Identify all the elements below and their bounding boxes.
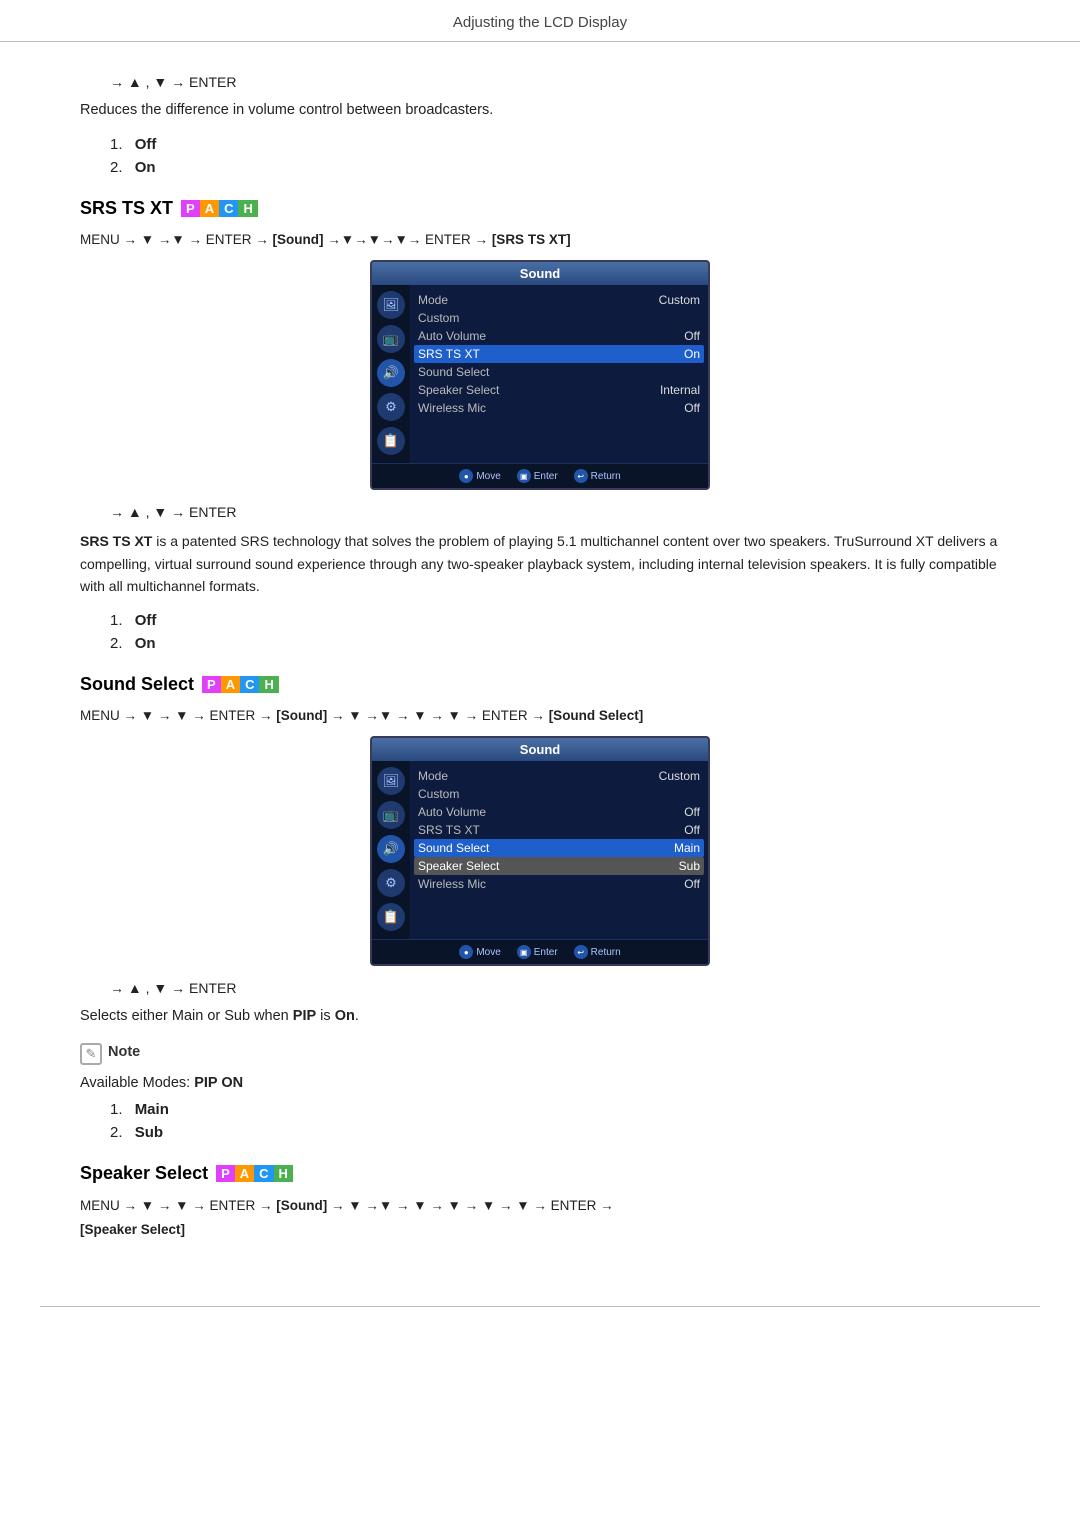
ss-tv-icon-4: ⚙ <box>377 869 405 897</box>
sound-select-tv-icons: 🖼 📺 🔊 ⚙ 📋 <box>372 761 410 939</box>
srs-tv-menu-body: 🖼 📺 🔊 ⚙ 📋 Mode Custom Custom <box>372 285 708 463</box>
ss-footer-return: ↩ Return <box>574 945 621 959</box>
speaker-select-heading: Speaker Select PACH <box>80 1163 1000 1184</box>
tv-icon-3: 🔊 <box>377 359 405 387</box>
page-header: Adjusting the LCD Display <box>0 0 1080 42</box>
content-area: → ▲ , ▼ → ENTER Reduces the difference i… <box>0 42 1080 1282</box>
ss-footer-enter: ▣ Enter <box>517 945 558 959</box>
srs-tv-menu-footer: ● Move ▣ Enter ↩ Return <box>372 463 708 488</box>
tv-row-custom: Custom <box>418 309 700 327</box>
intro-nav-arrow: → ▲ , ▼ → ENTER <box>110 74 1000 90</box>
ss-tv-row-wireless-mic: Wireless Mic Off <box>418 875 700 893</box>
ss-tv-icon-5: 📋 <box>377 903 405 931</box>
footer-move: ● Move <box>459 469 500 483</box>
tv-row-auto-volume: Auto Volume Off <box>418 327 700 345</box>
footer-enter: ▣ Enter <box>517 469 558 483</box>
pach-badge-sound-select: PACH <box>202 676 279 693</box>
tv-icon-1: 🖼 <box>377 291 405 319</box>
ss-tv-row-custom: Custom <box>418 785 700 803</box>
tv-row-mode: Mode Custom <box>418 291 700 309</box>
pach-badge-srs: PACH <box>181 200 258 217</box>
srs-tv-icons: 🖼 📺 🔊 ⚙ 📋 <box>372 285 410 463</box>
ss-tv-row-srs: SRS TS XT Off <box>418 821 700 839</box>
tv-row-wireless-mic: Wireless Mic Off <box>418 399 700 417</box>
srs-tv-menu-items: Mode Custom Custom Auto Volume Off SR <box>410 285 708 463</box>
srs-ts-xt-heading: SRS TS XT PACH <box>80 198 1000 219</box>
sound-select-tv-menu-footer: ● Move ▣ Enter ↩ Return <box>372 939 708 964</box>
sound-select-tv-menu-items: Mode Custom Custom Auto Volume Off SR <box>410 761 708 939</box>
tv-icon-5: 📋 <box>377 427 405 455</box>
srs-tv-menu-wrapper: Sound 🖼 📺 🔊 ⚙ 📋 Mode Custom <box>80 260 1000 490</box>
sound-select-description: Selects either Main or Sub when PIP is O… <box>80 1006 1000 1028</box>
srs-tv-menu: Sound 🖼 📺 🔊 ⚙ 📋 Mode Custom <box>370 260 710 490</box>
note-text: Note <box>108 1042 140 1060</box>
speaker-select-menu-formula: MENU → ▼ → ▼ → ENTER → [Sound] → ▼ →▼ → … <box>80 1194 1000 1243</box>
ss-tv-row-auto-volume: Auto Volume Off <box>418 803 700 821</box>
tv-row-speaker-select: Speaker Select Internal <box>418 381 700 399</box>
ss-tv-icon-3: 🔊 <box>377 835 405 863</box>
tv-row-sound-select: Sound Select <box>418 363 700 381</box>
sound-select-list-item-2: 2. Sub <box>110 1124 1000 1141</box>
ss-tv-row-sound-select: Sound Select Main <box>414 839 704 857</box>
ss-tv-icon-1: 🖼 <box>377 767 405 795</box>
sound-select-list-item-1: 1. Main <box>110 1101 1000 1118</box>
sound-select-heading: Sound Select PACH <box>80 674 1000 695</box>
sound-select-tv-menu-body: 🖼 📺 🔊 ⚙ 📋 Mode Custom Custom <box>372 761 708 939</box>
intro-list-item-2: 2. On <box>110 159 1000 176</box>
tv-icon-2: 📺 <box>377 325 405 353</box>
footer-return: ↩ Return <box>574 469 621 483</box>
tv-icon-4: ⚙ <box>377 393 405 421</box>
available-modes: Available Modes: PIP ON <box>80 1075 1000 1091</box>
srs-tv-menu-title: Sound <box>372 262 708 285</box>
ss-tv-row-mode: Mode Custom <box>418 767 700 785</box>
page-container: Adjusting the LCD Display → ▲ , ▼ → ENTE… <box>0 0 1080 1307</box>
srs-long-desc: SRS TS XT is a patented SRS technology t… <box>80 530 1000 597</box>
sound-select-menu-formula: MENU → ▼ → ▼ → ENTER → [Sound] → ▼ →▼ → … <box>80 705 1000 727</box>
ss-footer-move: ● Move <box>459 945 500 959</box>
srs-nav2: → ▲ , ▼ → ENTER <box>110 504 1000 520</box>
srs-list-item-1: 1. Off <box>110 612 1000 629</box>
sound-select-nav2: → ▲ , ▼ → ENTER <box>110 980 1000 996</box>
srs-list-item-2: 2. On <box>110 635 1000 652</box>
pach-badge-speaker-select: PACH <box>216 1165 293 1182</box>
ss-tv-row-speaker-select: Speaker Select Sub <box>414 857 704 875</box>
srs-menu-formula: MENU → ▼ →▼ → ENTER → [Sound] →▼→▼→▼→ EN… <box>80 229 1000 251</box>
note-icon: ✎ <box>80 1043 102 1065</box>
tv-row-srs-ts-xt: SRS TS XT On <box>414 345 704 363</box>
sound-select-tv-menu-title: Sound <box>372 738 708 761</box>
sound-select-tv-menu-wrapper: Sound 🖼 📺 🔊 ⚙ 📋 Mode Custom <box>80 736 1000 966</box>
bottom-border <box>40 1306 1040 1307</box>
intro-description: Reduces the difference in volume control… <box>80 100 1000 122</box>
note-box: ✎ Note <box>80 1042 1000 1065</box>
intro-list-item-1: 1. Off <box>110 136 1000 153</box>
ss-tv-icon-2: 📺 <box>377 801 405 829</box>
sound-select-tv-menu: Sound 🖼 📺 🔊 ⚙ 📋 Mode Custom <box>370 736 710 966</box>
page-title: Adjusting the LCD Display <box>453 14 627 31</box>
